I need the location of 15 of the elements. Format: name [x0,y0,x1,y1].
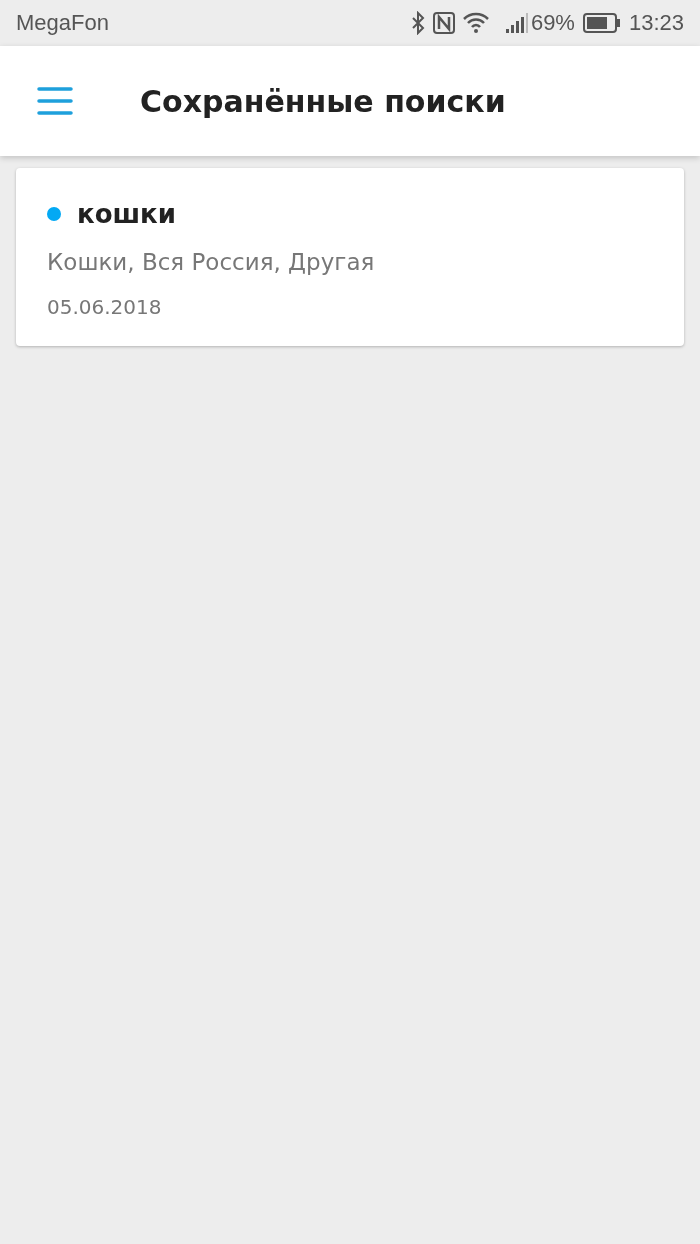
wifi-icon [462,12,489,34]
bluetooth-icon [410,11,425,35]
signal-icon [504,12,529,34]
carrier-name: MegaFon [16,10,109,36]
screen-title: Сохранённые поиски [140,83,506,119]
clock-time: 13:23 [628,10,684,36]
saved-search-card[interactable]: кошки Кошки, Вся Россия, Другая 05.06.2018 [16,168,684,346]
search-filters: Кошки, Вся Россия, Другая [47,248,376,276]
battery-percent: 69% [530,10,575,36]
battery-icon [582,13,621,33]
search-date: 05.06.2018 [47,294,163,320]
search-title: кошки [77,198,176,230]
menu-icon [37,86,73,116]
nfc-icon [432,12,455,34]
menu-button[interactable] [36,85,74,117]
